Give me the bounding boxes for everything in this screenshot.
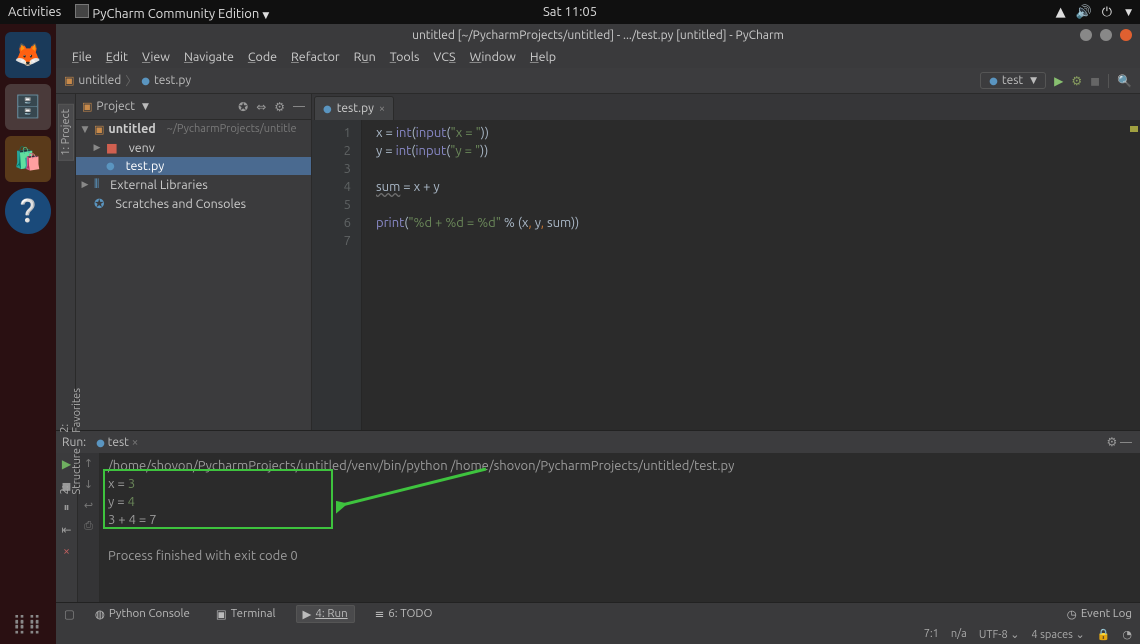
breadcrumb-project[interactable]: untitled [78, 74, 121, 87]
toolwin-toggle-icon[interactable]: ▢ [64, 607, 75, 621]
run-config-selector[interactable]: ● test ▼ [980, 72, 1046, 89]
activities-button[interactable]: Activities [8, 5, 61, 19]
project-tree: ▼▣ untitled ~/PycharmProjects/untitle ▶■… [76, 120, 311, 430]
project-panel: ▣ Project ▼ ✪ ⇔ ⚙ — ▼▣ untitled ~/Pychar… [76, 94, 312, 430]
warning-marker[interactable] [1130, 126, 1138, 132]
menu-edit[interactable]: Edit [100, 48, 134, 66]
tool-tab-favorites[interactable]: 2: Favorites [58, 384, 84, 437]
folder-icon: ▣ [82, 100, 92, 113]
run-tab-test[interactable]: ● test × [96, 436, 138, 449]
status-indent[interactable]: 4 spaces ⌄ [1031, 628, 1084, 641]
hide-icon[interactable]: — [293, 100, 305, 113]
tool-tab-project[interactable]: 1: Project [58, 104, 74, 161]
gear-icon[interactable]: ⚙ [274, 100, 285, 114]
gutter: 123 456 7 [312, 120, 362, 430]
editor-tab-testpy[interactable]: ● test.py × [314, 96, 394, 120]
run-tool-window: Run: ● test × ⚙ — ▶ ◼ ⏸ ⇤ × ↑ ↓ ↩ ⎙ /hom… [56, 430, 1140, 602]
tool-run[interactable]: ▶ 4: Run [296, 605, 355, 623]
print-icon[interactable]: ⎙ [84, 520, 93, 533]
volume-icon[interactable]: 🔊 [1076, 5, 1092, 20]
inspections-icon[interactable]: ◔ [1122, 628, 1132, 641]
up-icon[interactable]: ↑ [84, 457, 93, 470]
folder-icon: ▣ [64, 74, 74, 87]
menu-window[interactable]: Window [464, 48, 522, 66]
python-icon: ● [989, 75, 998, 87]
menu-code[interactable]: Code [242, 48, 283, 66]
clock[interactable]: Sat 11:05 [543, 5, 597, 19]
status-caret-pos[interactable]: 7:1 [924, 628, 939, 641]
breadcrumb-file[interactable]: test.py [154, 74, 191, 87]
run-settings-icon[interactable]: ⚙ — [1107, 435, 1132, 449]
search-everywhere-icon[interactable]: 🔍 [1117, 74, 1132, 88]
project-panel-title[interactable]: Project [96, 100, 135, 113]
console-output[interactable]: /home/shovon/PycharmProjects/untitled/ve… [100, 453, 1140, 602]
window-close[interactable] [1120, 29, 1132, 41]
wrap-icon[interactable]: ↩ [84, 499, 93, 512]
active-app[interactable]: PyCharm Community Edition▼ [75, 4, 269, 21]
menu-vcs[interactable]: VCS [427, 48, 461, 66]
menu-refactor[interactable]: Refactor [285, 48, 346, 66]
menu-view[interactable]: View [136, 48, 176, 66]
tool-todo[interactable]: ≡ 6: TODO [369, 606, 439, 622]
tool-tab-structure[interactable]: 2: Structure [58, 444, 84, 498]
window-maximize[interactable] [1100, 29, 1112, 41]
menu-help[interactable]: Help [524, 48, 562, 66]
lock-icon[interactable]: 🔒 [1097, 628, 1111, 641]
launcher-help[interactable]: ❔ [5, 188, 51, 234]
system-menu-arrow[interactable]: ▼ [1125, 7, 1132, 18]
menu-run[interactable]: Run [348, 48, 382, 66]
left-tool-strip: 1: Project 2: Favorites 2: Structure [56, 94, 76, 430]
menu-navigate[interactable]: Navigate [178, 48, 240, 66]
launcher-apps-grid[interactable]: ⠿⠿⠿⠿ [13, 620, 43, 632]
collapse-icon[interactable]: ⇔ [256, 100, 266, 114]
status-bar: 7:1 n/a UTF-8 ⌄ 4 spaces ⌄ 🔒 ◔ [56, 624, 1140, 644]
close-tab-icon[interactable]: × [379, 103, 385, 115]
locate-icon[interactable]: ✪ [238, 100, 248, 114]
tree-root[interactable]: ▼▣ untitled ~/PycharmProjects/untitle [76, 120, 311, 138]
pycharm-window: untitled [~/PycharmProjects/untitled] - … [56, 24, 1140, 644]
python-file-icon: ● [323, 103, 332, 115]
navigation-bar: ▣ untitled 〉 ● test.py ● test ▼ ▶ ⚙ ◼ 🔍 [56, 68, 1140, 94]
tree-venv[interactable]: ▶■ venv [76, 138, 311, 157]
launcher-software[interactable]: 🛍️ [5, 136, 51, 182]
status-line-sep[interactable]: n/a [951, 628, 967, 641]
launcher-files[interactable]: 🗄️ [5, 84, 51, 130]
tree-external-libs[interactable]: ▶⫴ External Libraries [76, 175, 311, 194]
down-icon[interactable]: ↓ [84, 478, 93, 491]
window-minimize[interactable] [1080, 29, 1092, 41]
exit-icon[interactable]: ⇤ [61, 523, 71, 537]
python-file-icon: ● [141, 75, 150, 87]
editor-area: ● test.py × 123 456 7 x = int(input("x =… [312, 94, 1140, 430]
power-icon[interactable]: ⏻ [1102, 5, 1112, 20]
tool-terminal[interactable]: ▣ Terminal [210, 606, 282, 622]
window-title: untitled [~/PycharmProjects/untitled] - … [412, 29, 784, 42]
run-button[interactable]: ▶ [1054, 74, 1063, 88]
ubuntu-launcher: 🦊 🗄️ 🛍️ ❔ ⠿⠿⠿⠿ [0, 24, 56, 644]
debug-button[interactable]: ⚙ [1071, 74, 1082, 88]
network-icon[interactable]: ▲ [1056, 5, 1066, 20]
menu-bar: File Edit View Navigate Code Refactor Ru… [56, 46, 1140, 68]
window-titlebar: untitled [~/PycharmProjects/untitled] - … [56, 24, 1140, 46]
menu-tools[interactable]: Tools [384, 48, 426, 66]
close-icon[interactable]: × [63, 545, 70, 558]
system-topbar: Activities PyCharm Community Edition▼ Sa… [0, 0, 1140, 24]
pycharm-icon [75, 4, 89, 18]
tree-file-testpy[interactable]: ● test.py [76, 157, 311, 175]
tool-python-console[interactable]: ◍ Python Console [89, 606, 196, 622]
editor-tabs: ● test.py × [312, 94, 1140, 120]
pause-icon[interactable]: ⏸ [63, 501, 69, 515]
status-encoding[interactable]: UTF-8 ⌄ [979, 628, 1020, 641]
menu-file[interactable]: File [66, 48, 98, 66]
launcher-firefox[interactable]: 🦊 [5, 32, 51, 78]
bottom-tool-strip: ▢ ◍ Python Console ▣ Terminal ▶ 4: Run ≡… [56, 602, 1140, 624]
stop-button[interactable]: ◼ [1090, 74, 1100, 88]
event-log[interactable]: ◷ Event Log [1067, 607, 1132, 621]
code-editor[interactable]: 123 456 7 x = int(input("x = ")) y = int… [312, 120, 1140, 430]
tree-scratches[interactable]: ✪ Scratches and Consoles [76, 194, 311, 213]
